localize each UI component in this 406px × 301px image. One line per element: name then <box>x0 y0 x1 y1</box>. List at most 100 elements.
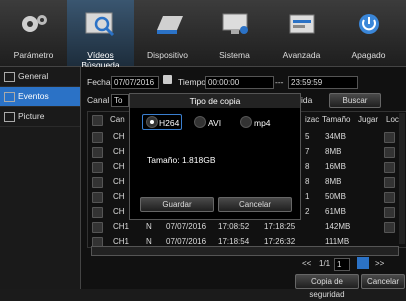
mp4-label: mp4 <box>254 118 271 128</box>
search-button[interactable]: Buscar <box>329 93 381 108</box>
sidebar-item-eventos[interactable]: Eventos <box>0 87 80 107</box>
h264-label: H264 <box>159 118 180 128</box>
sidebar-item-picture[interactable]: Picture <box>0 107 80 127</box>
cell-size: 61MB <box>325 207 346 216</box>
row-checkbox[interactable] <box>92 132 103 143</box>
bottom-bar: Copia de seguridad Cancelar <box>81 272 406 299</box>
cell-size: 8MB <box>325 147 342 156</box>
dialog-cancel-button[interactable]: Cancelar <box>218 197 292 212</box>
top-nav-bar: Parámetro Vídeos Búsqueda Dispositivo Si… <box>0 0 406 70</box>
cell-start: 17:08:52 <box>218 222 250 231</box>
cell-size: 8MB <box>325 177 342 186</box>
cell-end: 1 <box>305 192 310 201</box>
prev-page-button[interactable]: << <box>302 259 311 268</box>
mp4-radio[interactable] <box>240 116 252 128</box>
backup-button[interactable]: Copia de seguridad <box>295 274 359 299</box>
picture-icon <box>4 112 15 122</box>
cell-start: 17:18:54 <box>218 237 250 246</box>
monitor-system-icon <box>222 13 248 34</box>
cancel-button[interactable]: Cancelar <box>361 274 405 289</box>
nav-videos-busqueda[interactable]: Vídeos Búsqueda <box>67 0 134 70</box>
gears-icon <box>21 15 47 32</box>
channel-select[interactable]: To <box>111 94 129 107</box>
cell-size: 16MB <box>325 162 346 171</box>
cell-end: 2 <box>305 207 310 216</box>
row-checkbox[interactable] <box>92 207 103 218</box>
cell-channel: CH1 <box>113 222 130 231</box>
partial-label: ida <box>301 95 313 105</box>
sidebar-item-general[interactable]: General <box>0 67 80 87</box>
cell-size: 34MB <box>325 132 346 141</box>
nav-label: Avanzada <box>282 50 321 60</box>
size-text: Tamaño: 1.818GB <box>147 155 216 165</box>
calendar-icon[interactable] <box>163 75 172 84</box>
cell-channel: CH1 <box>113 237 130 246</box>
cell-end: 8 <box>305 177 310 186</box>
events-icon <box>4 92 15 102</box>
sidebar-item-label: General <box>18 71 49 81</box>
video-search-icon <box>85 12 114 37</box>
row-checkbox[interactable] <box>92 162 103 173</box>
vertical-scrollbar[interactable] <box>399 113 405 244</box>
cell-channel: CH <box>113 162 125 171</box>
select-all-checkbox[interactable] <box>92 115 103 126</box>
cell-type: N <box>146 237 152 246</box>
lock-checkbox[interactable] <box>384 162 395 173</box>
cell-size: 50MB <box>325 192 346 201</box>
cell-channel: CH <box>113 177 125 186</box>
power-icon <box>358 14 379 34</box>
column-header: Tamaño <box>322 115 351 124</box>
nav-dispositivo[interactable]: Dispositivo <box>134 0 201 66</box>
row-checkbox[interactable] <box>92 147 103 158</box>
column-header: Can <box>110 115 125 124</box>
table-row[interactable]: CH1 N 07/07/2016 17:08:52 17:18:25 142MB <box>88 220 400 235</box>
cell-end: 5 <box>305 132 310 141</box>
cell-end: 7 <box>305 147 310 156</box>
cell-end: 17:26:32 <box>264 237 296 246</box>
horizontal-scrollbar[interactable] <box>91 246 399 256</box>
time-end-input[interactable]: 23:59:59 <box>288 76 358 89</box>
lock-checkbox[interactable] <box>384 147 395 158</box>
row-checkbox[interactable] <box>92 192 103 203</box>
lock-checkbox[interactable] <box>384 207 395 218</box>
cell-size: 111MB <box>325 237 350 246</box>
cell-channel: CH <box>113 147 125 156</box>
date-input[interactable]: 07/07/2016 <box>111 76 159 89</box>
avi-radio[interactable] <box>194 116 206 128</box>
cell-channel: CH <box>113 132 125 141</box>
advanced-icon <box>289 14 314 34</box>
cell-size: 142MB <box>325 222 351 231</box>
cell-end: 17:18:25 <box>264 222 296 231</box>
page-input[interactable]: 1 <box>334 258 350 271</box>
sidebar-item-label: Picture <box>18 111 45 121</box>
fecha-label: Fecha <box>87 77 111 87</box>
lock-checkbox[interactable] <box>384 222 395 233</box>
time-separator: --- <box>275 77 284 87</box>
cell-date: 07/07/2016 <box>166 222 207 231</box>
nav-label: Dispositivo <box>146 50 189 60</box>
lock-checkbox[interactable] <box>384 177 395 188</box>
nav-avanzada[interactable]: Avanzada <box>268 0 335 66</box>
dialog-title: Tipo de copia <box>130 94 300 108</box>
nav-label: Apagado <box>351 50 386 60</box>
canal-label: Canal <box>87 95 110 105</box>
nav-parametro[interactable]: Parámetro <box>0 0 67 66</box>
lock-checkbox[interactable] <box>384 132 395 143</box>
h264-radio[interactable] <box>146 116 158 128</box>
next-page-button[interactable]: >> <box>375 259 384 268</box>
tiempo-label: Tiempo <box>178 77 207 87</box>
nav-apagado[interactable]: Apagado <box>335 0 402 66</box>
cell-date: 07/07/2016 <box>166 237 207 246</box>
nav-label: Sistema <box>219 50 250 60</box>
row-checkbox[interactable] <box>92 177 103 188</box>
cell-type: N <box>146 222 152 231</box>
sidebar: General Eventos Picture <box>0 67 81 289</box>
save-button[interactable]: Guardar <box>140 197 214 212</box>
row-checkbox[interactable] <box>92 222 103 233</box>
nav-sistema[interactable]: Sistema <box>201 0 268 66</box>
lock-checkbox[interactable] <box>384 192 395 203</box>
hard-drive-icon <box>156 16 183 34</box>
time-start-input[interactable]: 00:00:00 <box>205 76 274 89</box>
go-page-button[interactable] <box>357 257 369 269</box>
avi-label: AVI <box>208 118 222 128</box>
